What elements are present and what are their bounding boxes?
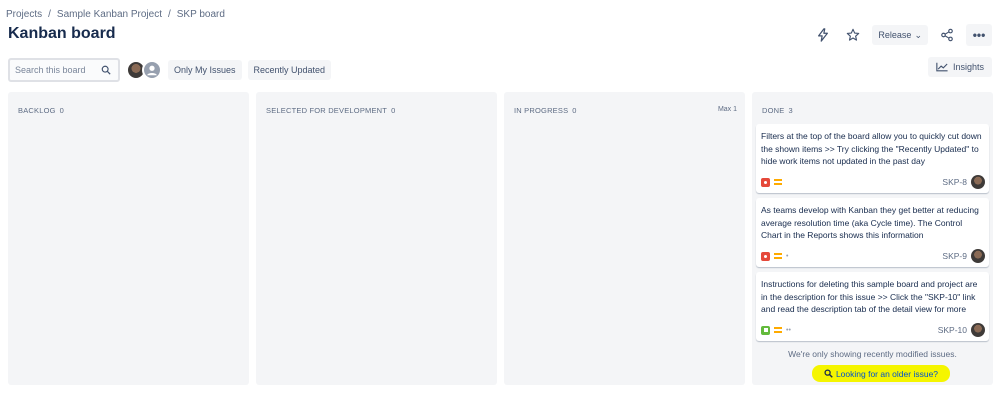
- breadcrumb: Projects / Sample Kanban Project / SKP b…: [6, 9, 225, 20]
- card-summary: As teams develop with Kanban they get be…: [761, 205, 979, 240]
- header-actions: Release ⌄ •••: [812, 24, 992, 46]
- older-issue-link[interactable]: Looking for an older issue?: [812, 365, 950, 382]
- filter-recently-updated[interactable]: Recently Updated: [247, 60, 332, 80]
- priority-medium-icon: [774, 179, 782, 185]
- bug-icon: [761, 251, 770, 261]
- card-list: Filters at the top of the board allow yo…: [756, 124, 989, 341]
- column-count: 3: [788, 106, 793, 115]
- card-summary: Filters at the top of the board allow yo…: [761, 131, 982, 166]
- breadcrumb-project[interactable]: Sample Kanban Project: [57, 9, 162, 20]
- older-issue-label: Looking for an older issue?: [835, 368, 939, 379]
- column-in-progress: IN PROGRESS 0 Max 1: [504, 92, 745, 385]
- issue-key[interactable]: SKP-9: [942, 251, 967, 261]
- chart-icon: [936, 62, 948, 72]
- bug-icon: [761, 177, 770, 187]
- more-icon[interactable]: •••: [966, 24, 992, 46]
- story-icon: [761, 325, 770, 335]
- release-button[interactable]: Release ⌄: [872, 25, 928, 45]
- search-input[interactable]: [15, 65, 101, 75]
- card-summary: Instructions for deleting this sample bo…: [761, 279, 978, 314]
- issue-card[interactable]: As teams develop with Kanban they get be…: [756, 198, 989, 267]
- share-icon[interactable]: [936, 25, 958, 45]
- star-icon[interactable]: [842, 25, 864, 45]
- column-title: BACKLOG: [18, 106, 56, 115]
- column-header: DONE 3: [762, 106, 793, 115]
- search-icon: [101, 65, 111, 75]
- chevron-down-icon: ⌄: [914, 29, 922, 40]
- column-count: 0: [391, 106, 396, 115]
- issue-key[interactable]: SKP-10: [938, 325, 967, 335]
- issue-card[interactable]: Filters at the top of the board allow yo…: [756, 124, 989, 193]
- filter-only-my-issues[interactable]: Only My Issues: [168, 60, 242, 80]
- release-label: Release: [878, 30, 912, 40]
- insights-label: Insights: [952, 62, 984, 72]
- column-backlog: BACKLOG 0: [8, 92, 249, 385]
- column-header: IN PROGRESS 0: [514, 106, 577, 115]
- estimate-dots: •: [786, 252, 789, 260]
- issue-key[interactable]: SKP-8: [942, 177, 967, 187]
- column-count: 0: [572, 106, 577, 115]
- card-footer: • SKP-9: [761, 249, 985, 263]
- search-box[interactable]: [8, 58, 120, 82]
- estimate-dots: ••: [786, 326, 791, 334]
- search-icon: [824, 369, 833, 378]
- assignee-avatar: [971, 323, 985, 337]
- issue-card[interactable]: Instructions for deleting this sample bo…: [756, 272, 989, 341]
- card-footer: •• SKP-10: [761, 323, 985, 337]
- avatar-group: [126, 60, 162, 80]
- insights-button[interactable]: Insights: [927, 57, 992, 77]
- recent-issues-notice: We're only showing recently modified iss…: [788, 349, 957, 359]
- card-footer: SKP-8: [761, 175, 985, 189]
- priority-medium-icon: [774, 253, 782, 259]
- breadcrumb-separator: /: [167, 9, 171, 20]
- column-count: 0: [59, 106, 65, 115]
- kanban-board: BACKLOG 0 SELECTED FOR DEVELOPMENT 0 IN …: [8, 92, 993, 385]
- priority-medium-icon: [774, 327, 782, 333]
- lightning-icon[interactable]: [812, 25, 834, 45]
- column-selected-for-development: SELECTED FOR DEVELOPMENT 0: [256, 92, 497, 385]
- unassigned-avatar-icon[interactable]: [142, 60, 162, 80]
- column-header: SELECTED FOR DEVELOPMENT 0: [266, 106, 395, 115]
- assignee-avatar: [971, 249, 985, 263]
- column-header: BACKLOG 0: [18, 106, 64, 115]
- toolbar: Only My Issues Recently Updated: [8, 58, 332, 82]
- breadcrumb-board[interactable]: SKP board: [177, 9, 225, 20]
- breadcrumb-projects[interactable]: Projects: [6, 9, 42, 20]
- breadcrumb-separator: /: [48, 9, 51, 20]
- column-title: IN PROGRESS: [514, 106, 569, 115]
- column-title: SELECTED FOR DEVELOPMENT: [266, 106, 388, 115]
- column-title: DONE: [762, 106, 785, 115]
- column-wip-limit: Max 1: [717, 106, 737, 113]
- page-title: Kanban board: [8, 25, 116, 42]
- column-done: DONE 3 Filters at the top of the board a…: [752, 92, 993, 385]
- assignee-avatar: [971, 175, 985, 189]
